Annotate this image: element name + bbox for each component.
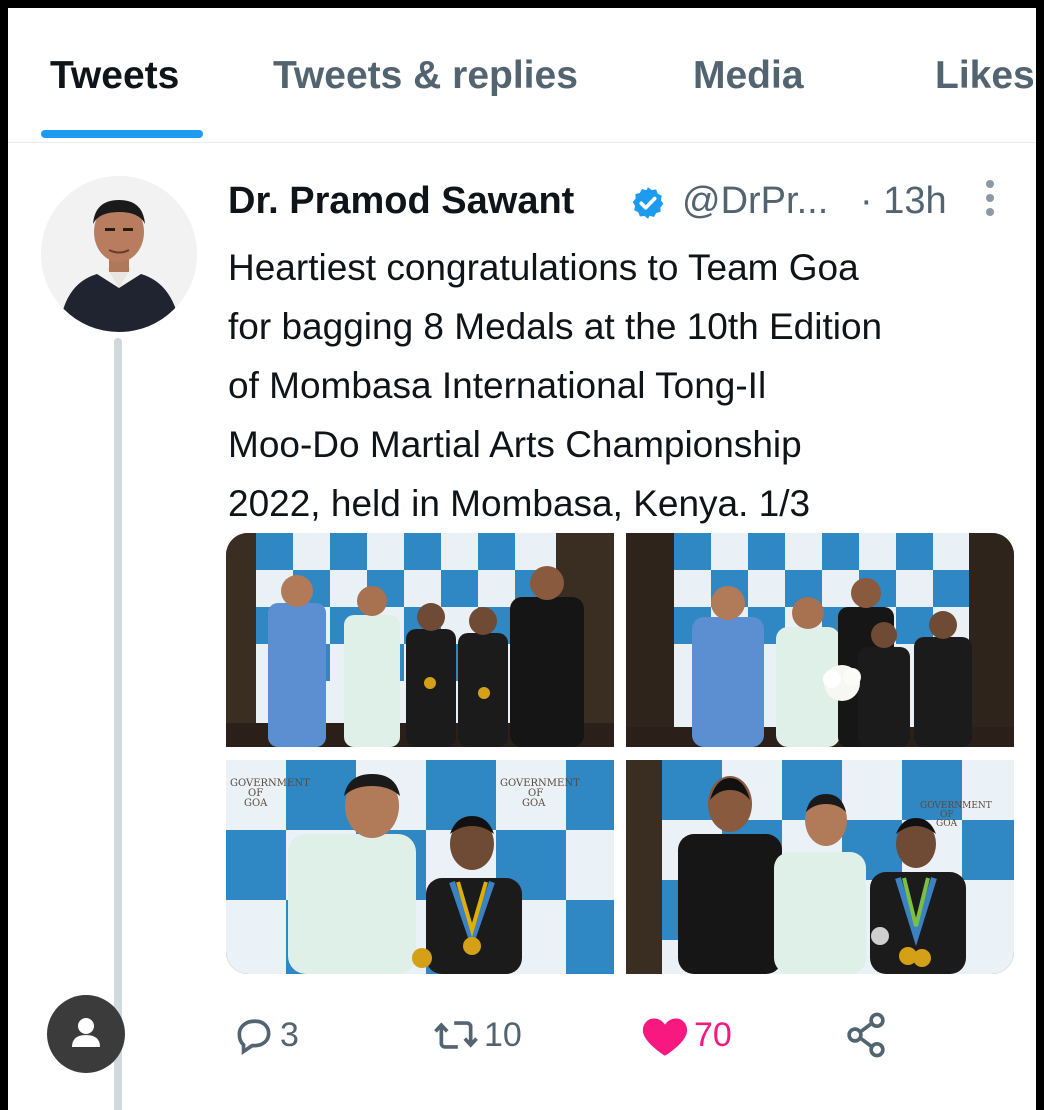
retweet-button[interactable]: 10: [432, 1010, 522, 1060]
tab-tweets[interactable]: Tweets: [50, 54, 179, 98]
backdrop-text: GOVERNMENT: [920, 801, 992, 811]
reply-count: 3: [280, 1015, 299, 1054]
author-avatar[interactable]: [41, 176, 197, 332]
share-button[interactable]: [844, 1010, 888, 1060]
default-user-avatar[interactable]: [47, 995, 125, 1073]
backdrop-text: GOA: [522, 798, 546, 809]
backdrop-text: GOA: [244, 798, 268, 809]
verified-badge-icon: [632, 187, 664, 219]
author-name[interactable]: Dr. Pramod Sawant: [228, 180, 574, 223]
tweet-photo-1[interactable]: [226, 533, 614, 747]
tweet-timestamp[interactable]: · 13h: [860, 180, 947, 223]
tweet-photo-4[interactable]: GOVERNMENT OF GOA: [626, 760, 1014, 974]
tweet-text-line: Moo-Do Martial Arts Championship: [228, 424, 802, 465]
more-vertical-icon[interactable]: [980, 176, 1000, 220]
share-icon: [847, 1012, 885, 1058]
profile-tabs: Tweets Tweets & replies Media Likes: [8, 8, 1036, 143]
tab-tweets-and-replies[interactable]: Tweets & replies: [273, 54, 578, 98]
author-handle[interactable]: @DrPr...: [682, 180, 828, 223]
tweet-text-line: of Mombasa International Tong-Il: [228, 365, 767, 406]
tweet-text-line: 2022, held in Mombasa, Kenya. 1/3: [228, 483, 811, 524]
like-heart-icon: [642, 1018, 688, 1056]
like-count: 70: [694, 1015, 732, 1054]
tab-media[interactable]: Media: [693, 54, 804, 98]
tweet-photo-2[interactable]: [626, 533, 1014, 747]
active-tab-indicator: [41, 130, 203, 138]
reply-icon: [237, 1019, 271, 1055]
tweet-text-line: Heartiest congratulations to Team Goa: [228, 247, 859, 288]
profile-timeline: Tweets Tweets & replies Media Likes Dr. …: [8, 8, 1036, 1110]
retweet-icon: [434, 1021, 478, 1049]
like-button[interactable]: 70: [640, 1010, 732, 1060]
retweet-count: 10: [484, 1015, 522, 1054]
reply-button[interactable]: 3: [232, 1010, 299, 1060]
tab-likes[interactable]: Likes: [935, 54, 1035, 98]
tweet-text: Heartiest congratulations to Team Goa fo…: [228, 238, 1028, 533]
tweet-photo-3[interactable]: GOVERNMENT OF GOA GOVERNMENT OF GOA: [226, 760, 614, 974]
tweet-text-line: for bagging 8 Medals at the 10th Edition: [228, 306, 883, 347]
backdrop-text: GOVERNMENT: [230, 778, 310, 789]
default-user-icon: [72, 1018, 100, 1047]
backdrop-text: GOA: [936, 819, 958, 829]
